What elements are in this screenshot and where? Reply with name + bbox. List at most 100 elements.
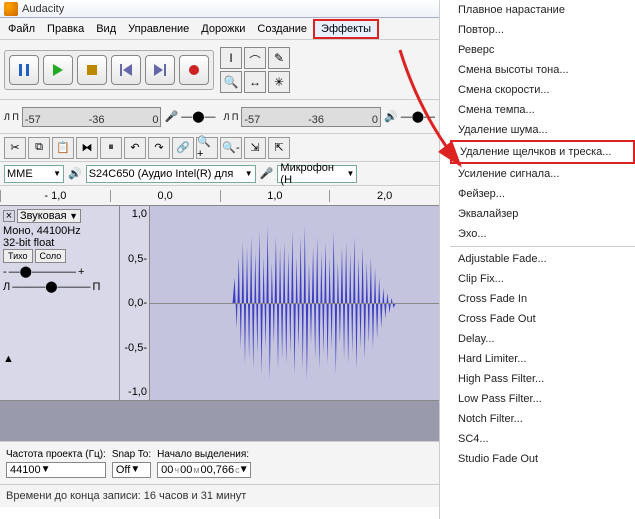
- effects-dropdown-menu: Плавное нарастаниеПовтор...РеверсСмена в…: [450, 0, 635, 519]
- menu-effects[interactable]: Эффекты: [313, 19, 379, 39]
- zoom-in-icon[interactable]: 🔍+: [196, 137, 218, 159]
- effect-menu-item[interactable]: Studio Fade Out: [450, 449, 635, 469]
- paste-icon[interactable]: 📋: [52, 137, 74, 159]
- output-device-combo[interactable]: S24C650 (Аудио Intel(R) для▼: [86, 165, 256, 183]
- slider-icon[interactable]: —⬤—: [181, 110, 215, 123]
- effect-menu-item[interactable]: Adjustable Fade...: [450, 249, 635, 269]
- speaker-icon: 🔊: [384, 110, 398, 123]
- effect-menu-item[interactable]: Реверс: [450, 40, 635, 60]
- menu-view[interactable]: Вид: [90, 21, 122, 37]
- menu-file[interactable]: Файл: [2, 21, 41, 37]
- empty-track-area[interactable]: [0, 401, 439, 441]
- skip-start-button[interactable]: [111, 55, 141, 85]
- undo-icon[interactable]: ↶: [124, 137, 146, 159]
- mic-icon: 🎤: [164, 110, 178, 123]
- selection-toolbar: Частота проекта (Гц): 44100 ▼ Snap To: O…: [0, 441, 439, 485]
- selection-tool-icon[interactable]: I: [220, 47, 242, 69]
- pause-button[interactable]: [9, 55, 39, 85]
- speaker-icon: 🔊: [68, 167, 82, 180]
- effect-menu-item[interactable]: Эквалайзер: [450, 204, 635, 224]
- draw-tool-icon[interactable]: ✎: [268, 47, 290, 69]
- project-rate-combo[interactable]: 44100 ▼: [6, 462, 106, 478]
- effect-menu-item[interactable]: Cross Fade In: [450, 289, 635, 309]
- copy-icon[interactable]: ⧉: [28, 137, 50, 159]
- fit-proj-icon[interactable]: ⇱: [268, 137, 290, 159]
- skip-end-button[interactable]: [145, 55, 175, 85]
- selection-start-time[interactable]: 00ч 00м 00,766с ▼: [157, 462, 251, 478]
- effect-menu-item[interactable]: Смена скорости...: [450, 80, 635, 100]
- effect-menu-item[interactable]: SC4...: [450, 429, 635, 449]
- envelope-tool-icon[interactable]: [244, 47, 266, 69]
- effect-menu-item[interactable]: High Pass Filter...: [450, 369, 635, 389]
- audio-host-combo[interactable]: MME▼: [4, 165, 64, 183]
- menu-transport[interactable]: Управление: [122, 21, 195, 37]
- snap-label: Snap To:: [112, 449, 151, 460]
- stop-button[interactable]: [77, 55, 107, 85]
- effect-menu-item[interactable]: Clip Fix...: [450, 269, 635, 289]
- menu-tracks[interactable]: Дорожки: [195, 21, 251, 37]
- effect-menu-item[interactable]: Смена высоты тона...: [450, 60, 635, 80]
- fit-sel-icon[interactable]: ⇲: [244, 137, 266, 159]
- meter-output-label: Л П: [4, 112, 19, 122]
- effect-menu-item[interactable]: Смена темпа...: [450, 100, 635, 120]
- track-name-dropdown[interactable]: Звуковая ▼: [17, 209, 81, 223]
- effect-menu-item[interactable]: Плавное нарастание: [450, 0, 635, 20]
- track-bitdepth: 32-bit float: [3, 237, 116, 249]
- mute-button[interactable]: Тихо: [3, 249, 33, 263]
- link-icon[interactable]: 🔗: [172, 137, 194, 159]
- silence-icon[interactable]: ⏸: [100, 137, 122, 159]
- output-meter[interactable]: -57-360: [22, 107, 162, 127]
- effect-menu-item[interactable]: Повтор...: [450, 20, 635, 40]
- effect-menu-item[interactable]: Удаление шума...: [450, 120, 635, 140]
- transport-toolbar: I ✎ 🔍 ↔ ✳: [0, 40, 439, 100]
- track-area: × Звуковая ▼ Моно, 44100Hz 32-bit float …: [0, 206, 439, 401]
- effect-menu-item[interactable]: Delay...: [450, 329, 635, 349]
- effect-menu-item[interactable]: Cross Fade Out: [450, 309, 635, 329]
- track-close-button[interactable]: ×: [3, 210, 15, 222]
- play-button[interactable]: [43, 55, 73, 85]
- solo-button[interactable]: Соло: [35, 249, 67, 263]
- effect-menu-item[interactable]: Low Pass Filter...: [450, 389, 635, 409]
- waveform[interactable]: [150, 206, 439, 400]
- snap-combo[interactable]: Off ▼: [112, 462, 151, 478]
- menu-edit[interactable]: Правка: [41, 21, 90, 37]
- timeline-ruler[interactable]: - 1,0 0,0 1,0 2,0: [0, 186, 439, 206]
- mic-icon: 🎤: [260, 167, 274, 180]
- slider-icon[interactable]: —⬤—: [401, 110, 435, 123]
- zoom-out-icon[interactable]: 🔍-: [220, 137, 242, 159]
- effect-menu-item[interactable]: Эхо...: [450, 224, 635, 244]
- app-logo-icon: [4, 2, 18, 16]
- pan-slider[interactable]: ———⬤———: [12, 280, 90, 293]
- input-meter[interactable]: -57-360: [241, 107, 381, 127]
- zoom-tool-icon[interactable]: 🔍: [220, 71, 242, 93]
- timeshift-tool-icon[interactable]: ↔: [244, 71, 266, 93]
- project-rate-label: Частота проекта (Гц):: [6, 449, 106, 460]
- effect-menu-item[interactable]: Усиление сигнала...: [450, 164, 635, 184]
- meter-input-label: Л П: [224, 112, 239, 122]
- status-text: Времени до конца записи: 16 часов и 31 м…: [6, 490, 246, 502]
- track-format: Моно, 44100Hz: [3, 225, 116, 237]
- meter-toolbar: Л П -57-360 🎤 —⬤— Л П -57-360 🔊 —⬤—: [0, 100, 439, 134]
- window-title: Audacity: [22, 3, 64, 15]
- collapse-icon[interactable]: ▲: [3, 353, 14, 365]
- selection-start-label: Начало выделения:: [157, 449, 251, 460]
- edit-toolbar: ✂ ⧉ 📋 ⧓ ⏸ ↶ ↷ 🔗 🔍+ 🔍- ⇲ ⇱: [0, 134, 439, 162]
- gain-slider[interactable]: —⬤————: [9, 265, 76, 278]
- multi-tool-icon[interactable]: ✳: [268, 71, 290, 93]
- trim-icon[interactable]: ⧓: [76, 137, 98, 159]
- tools-grid: I ✎ 🔍 ↔ ✳: [220, 47, 290, 93]
- effect-menu-item[interactable]: Hard Limiter...: [450, 349, 635, 369]
- cut-icon[interactable]: ✂: [4, 137, 26, 159]
- input-device-combo[interactable]: Микрофон (H▼: [277, 165, 357, 183]
- effect-menu-item[interactable]: Фейзер...: [450, 184, 635, 204]
- effect-menu-item[interactable]: Notch Filter...: [450, 409, 635, 429]
- device-toolbar: MME▼ 🔊 S24C650 (Аудио Intel(R) для▼ 🎤 Ми…: [0, 162, 439, 186]
- menubar: Файл Правка Вид Управление Дорожки Созда…: [0, 18, 439, 40]
- track-control-panel: × Звуковая ▼ Моно, 44100Hz 32-bit float …: [0, 206, 120, 400]
- vertical-scale: 1,0 0,5- 0,0- -0,5- -1,0: [120, 206, 150, 400]
- menu-generate[interactable]: Создание: [251, 21, 313, 37]
- titlebar: Audacity: [0, 0, 439, 18]
- effect-menu-item[interactable]: Удаление щелчков и треска...: [450, 140, 635, 164]
- record-button[interactable]: [179, 55, 209, 85]
- redo-icon[interactable]: ↷: [148, 137, 170, 159]
